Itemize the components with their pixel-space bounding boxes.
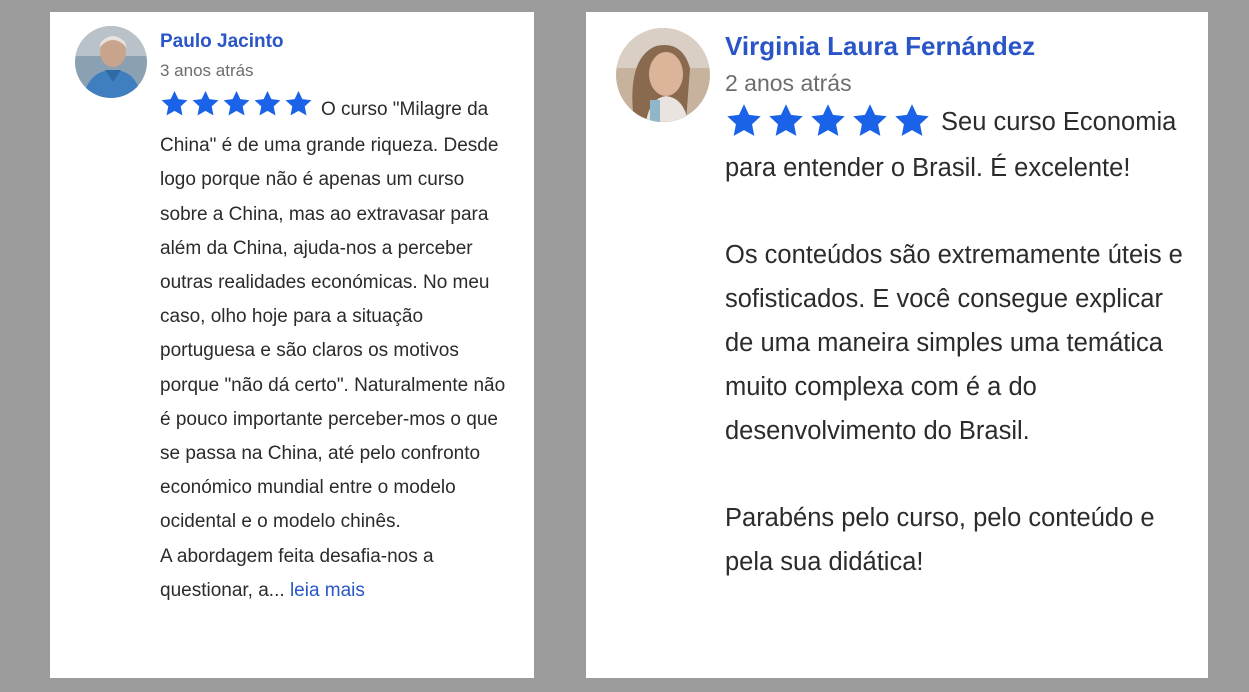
- star-icon: [160, 90, 189, 117]
- avatar[interactable]: [616, 28, 710, 122]
- star-rating: [160, 90, 315, 129]
- review-paragraph: Seu curso Economia para entender o Brasi…: [725, 101, 1185, 191]
- review-second-paragraph: A abordagem feita desafia-nos a question…: [160, 545, 434, 601]
- star-icon: [767, 103, 805, 138]
- review-time: 3 anos atrás: [160, 61, 254, 80]
- reviewer-name[interactable]: Virginia Laura Fernández: [725, 31, 1035, 62]
- review-text: O curso "Milagre da China" é de uma gran…: [160, 90, 512, 608]
- star-icon: [809, 103, 847, 138]
- star-icon: [725, 103, 763, 138]
- star-icon: [284, 90, 313, 117]
- star-icon: [191, 90, 220, 117]
- star-icon: [222, 90, 251, 117]
- review-paragraph: Parabéns pelo curso, pelo conteúdo e pel…: [725, 504, 1155, 576]
- review-first-paragraph: O curso "Milagre da China" é de uma gran…: [160, 90, 512, 540]
- review-card: Paulo Jacinto 3 anos atrás O curso "Mila…: [50, 12, 534, 678]
- read-more-link[interactable]: leia mais: [290, 580, 365, 601]
- review-time: 2 anos atrás: [725, 70, 852, 96]
- avatar[interactable]: [75, 26, 147, 98]
- star-rating: [725, 103, 935, 147]
- reviewer-name[interactable]: Paulo Jacinto: [160, 31, 284, 53]
- star-icon: [851, 103, 889, 138]
- review-paragraph: Os conteúdos são extremamente úteis e so…: [725, 241, 1183, 445]
- star-icon: [893, 103, 931, 138]
- review-card: Virginia Laura Fernández 2 anos atrás Se…: [586, 12, 1208, 678]
- star-icon: [253, 90, 282, 117]
- review-text: Seu curso Economia para entender o Brasi…: [725, 101, 1185, 585]
